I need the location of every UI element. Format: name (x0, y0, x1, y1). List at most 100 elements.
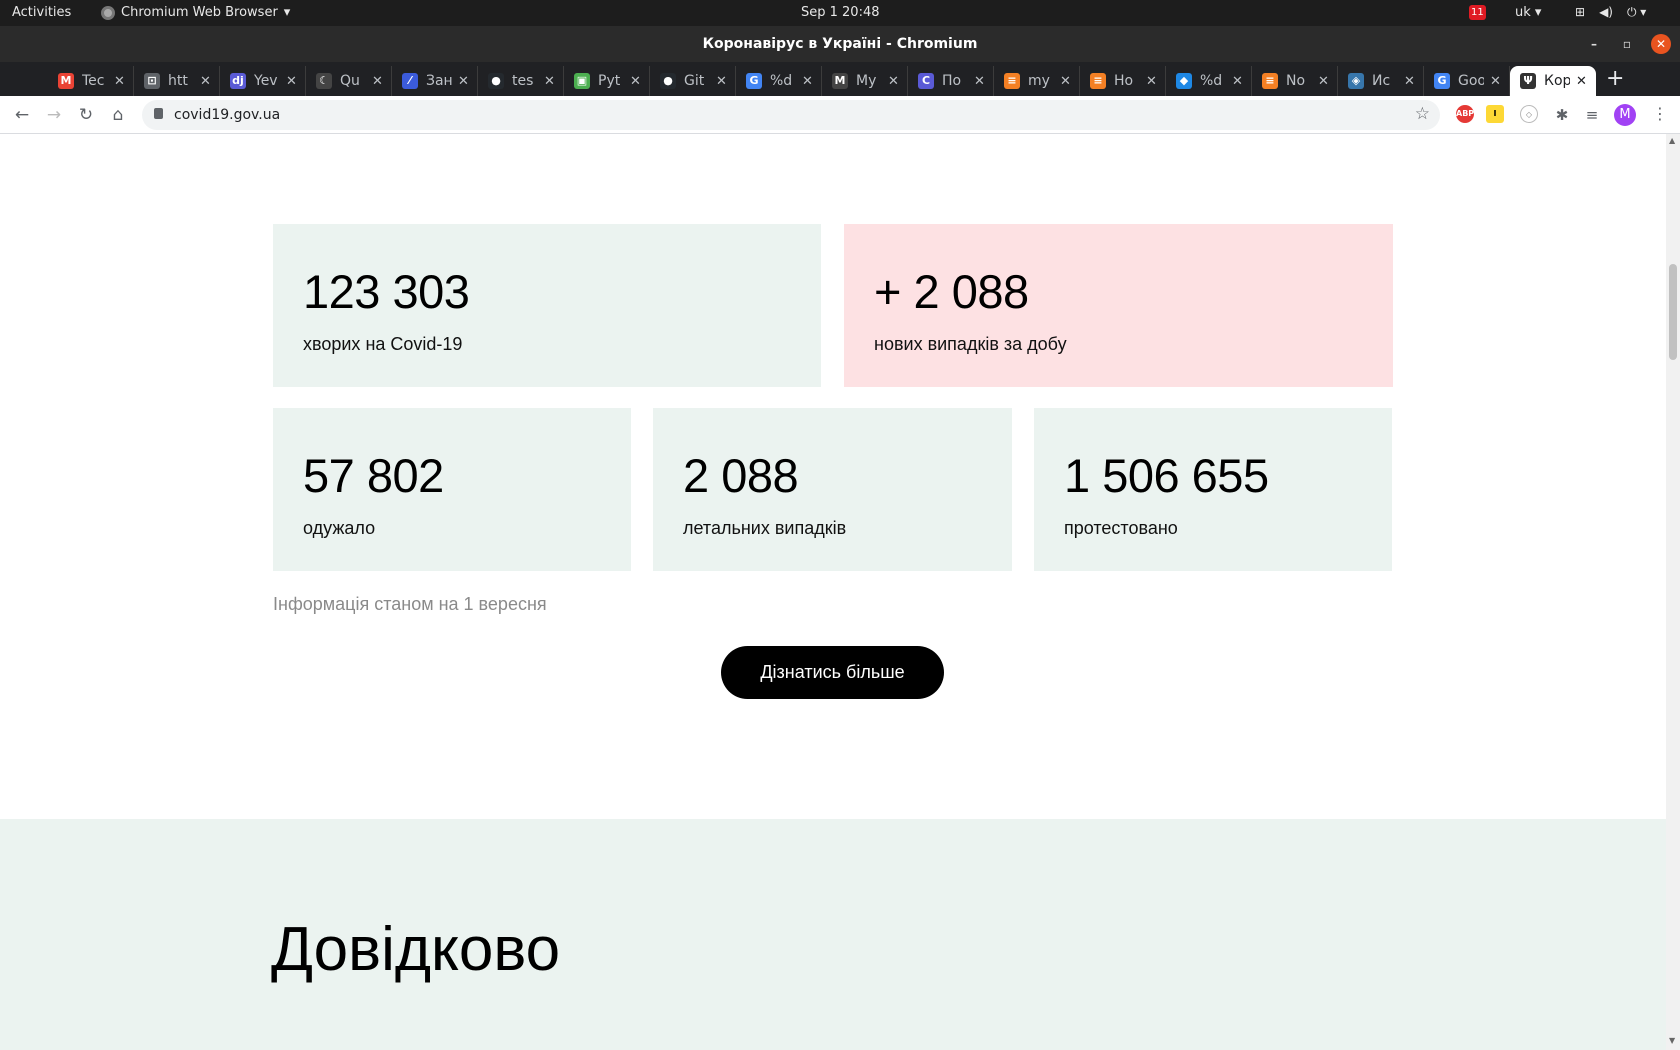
scrollbar-thumb[interactable] (1669, 264, 1677, 360)
page-scrollbar[interactable]: ▲ ▼ (1666, 134, 1680, 1050)
maximize-button[interactable]: ▫ (1617, 34, 1637, 54)
close-tab-icon[interactable]: ✕ (1490, 74, 1501, 89)
stat-label: хворих на Covid-19 (303, 334, 463, 354)
phone-icon: ☾ (316, 73, 332, 89)
tab-title: %d (1200, 73, 1223, 89)
close-tab-icon[interactable]: ✕ (372, 74, 383, 89)
bookmark-star-icon[interactable]: ☆ (1415, 104, 1430, 124)
stat-value: + 2 088 (874, 265, 1029, 318)
shield-extension-icon[interactable]: ◇ (1520, 105, 1538, 123)
browser-tab[interactable]: C По ✕ (908, 66, 994, 96)
close-tab-icon[interactable]: ✕ (1060, 74, 1071, 89)
python-icon: ◈ (1348, 73, 1364, 89)
info-date-note: Інформація станом на 1 вересня (273, 594, 547, 614)
close-tab-icon[interactable]: ✕ (974, 74, 985, 89)
tab-title: Tec (82, 73, 105, 89)
tab-title: По (942, 73, 962, 89)
lock-icon[interactable] (154, 108, 163, 119)
activities-button[interactable]: Activities (12, 5, 71, 20)
home-button[interactable]: ⌂ (106, 103, 130, 127)
minimize-button[interactable]: – (1584, 34, 1604, 54)
close-tab-icon[interactable]: ✕ (1232, 74, 1243, 89)
scroll-down-arrow-icon[interactable]: ▼ (1669, 1036, 1675, 1045)
chromium-icon (101, 5, 115, 20)
system-tray[interactable]: ⊞ ◀) ⏻ ▾ (1575, 5, 1646, 20)
close-tab-icon[interactable]: ✕ (802, 74, 813, 89)
close-tab-icon[interactable]: ✕ (286, 74, 297, 89)
browser-tab[interactable]: ☾ Qu ✕ (306, 66, 392, 96)
back-button[interactable]: ← (10, 103, 34, 127)
mail-icon: M (832, 73, 848, 89)
translate-icon: G (1434, 73, 1450, 89)
tab-title: my (1028, 73, 1050, 89)
browser-tab[interactable]: M My ✕ (822, 66, 908, 96)
close-tab-icon[interactable]: ✕ (1146, 74, 1157, 89)
browser-tab[interactable]: Ψ Кор ✕ (1510, 66, 1596, 96)
browser-tab[interactable]: ◈ Ис ✕ (1338, 66, 1424, 96)
reload-button[interactable]: ↻ (74, 103, 98, 127)
close-tab-icon[interactable]: ✕ (458, 74, 469, 89)
close-tab-icon[interactable]: ✕ (114, 74, 125, 89)
media-control-icon[interactable]: ≡ (1580, 103, 1604, 127)
browser-tab[interactable]: ▣ Pyt ✕ (564, 66, 650, 96)
close-tab-icon[interactable]: ✕ (1318, 74, 1329, 89)
browser-tab[interactable]: M Tec ✕ (48, 66, 134, 96)
gmail-icon: M (58, 73, 74, 89)
browser-tab[interactable]: ≡ No ✕ (1252, 66, 1338, 96)
adblock-extension-icon[interactable]: ABP (1456, 105, 1474, 123)
close-window-button[interactable]: ✕ (1651, 34, 1671, 54)
browser-tab[interactable]: ● tes ✕ (478, 66, 564, 96)
browser-tab[interactable]: dj Yev ✕ (220, 66, 306, 96)
scroll-up-arrow-icon[interactable]: ▲ (1669, 136, 1675, 145)
stackoverflow-icon: ≡ (1090, 73, 1106, 89)
close-tab-icon[interactable]: ✕ (200, 74, 211, 89)
reference-heading: Довідково (271, 915, 561, 984)
browser-tab[interactable]: ⊡ htt ✕ (134, 66, 220, 96)
stackoverflow-icon: ≡ (1004, 73, 1020, 89)
tab-title: Goo (1458, 73, 1484, 89)
close-tab-icon[interactable]: ✕ (1404, 74, 1415, 89)
stat-label: одужало (303, 518, 376, 538)
forward-button[interactable]: → (42, 103, 66, 127)
browser-tab[interactable]: ◆ %d ✕ (1166, 66, 1252, 96)
window-title-bar: Коронавірус в Україні - Chromium – ▫ ✕ (0, 26, 1680, 62)
browser-menu-icon[interactable]: ⋮ (1652, 104, 1668, 123)
window-title: Коронавірус в Україні - Chromium (702, 36, 978, 52)
extension-icon[interactable]: I (1486, 105, 1504, 123)
learn-more-button[interactable]: Дізнатись більше (721, 646, 944, 699)
tab-title: %d (770, 73, 793, 89)
stat-value: 123 303 (303, 265, 470, 318)
browser-tab[interactable]: ⁄ Зан ✕ (392, 66, 478, 96)
power-icon: ⏻ ▾ (1626, 5, 1647, 19)
app-menu[interactable]: Chromium Web Browser ▾ (101, 5, 290, 20)
close-tab-icon[interactable]: ✕ (1576, 74, 1587, 89)
url-text[interactable]: covid19.gov.ua (174, 107, 280, 123)
browser-tab[interactable]: G %d ✕ (736, 66, 822, 96)
profile-avatar[interactable]: M (1614, 104, 1636, 126)
browser-tab[interactable]: ● Git ✕ (650, 66, 736, 96)
address-bar[interactable]: covid19.gov.ua ☆ (142, 100, 1440, 130)
drop-icon: ◆ (1176, 73, 1192, 89)
language-indicator[interactable]: uk ▾ (1515, 5, 1541, 20)
close-tab-icon[interactable]: ✕ (544, 74, 555, 89)
notification-badge[interactable]: 11 (1469, 5, 1486, 20)
clock[interactable]: Sep 1 20:48 (801, 5, 880, 20)
browser-tab[interactable]: ≡ Ho ✕ (1080, 66, 1166, 96)
extensions-puzzle-icon[interactable]: ✱ (1550, 103, 1574, 127)
tab-title: My (856, 73, 877, 89)
tab-title: Pyt (598, 73, 621, 89)
close-tab-icon[interactable]: ✕ (630, 74, 641, 89)
stat-card-total-cases: 123 303 хворих на Covid-19 (273, 224, 821, 387)
browser-tab[interactable]: ≡ my ✕ (994, 66, 1080, 96)
stat-label: протестовано (1064, 518, 1178, 538)
close-tab-icon[interactable]: ✕ (716, 74, 727, 89)
tab-title: Ho (1114, 73, 1134, 89)
browser-tab[interactable]: G Goo ✕ (1424, 66, 1510, 96)
stat-card-new-cases: + 2 088 нових випадків за добу (844, 224, 1393, 387)
volume-icon: ◀) (1599, 5, 1613, 19)
new-tab-button[interactable]: + (1606, 66, 1624, 91)
stat-card-tested: 1 506 655 протестовано (1034, 408, 1392, 571)
browser-toolbar: ← → ↻ ⌂ covid19.gov.ua ☆ ABP I ◇ ✱ ≡ M ⋮ (0, 96, 1680, 134)
google-icon: G (746, 73, 762, 89)
close-tab-icon[interactable]: ✕ (888, 74, 899, 89)
